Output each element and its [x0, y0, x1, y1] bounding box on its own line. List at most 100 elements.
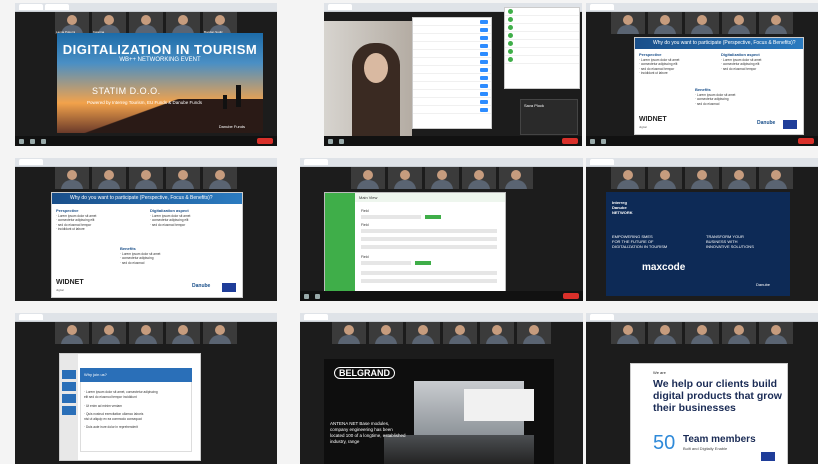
menu-item[interactable]	[413, 90, 491, 98]
browser-tab[interactable]	[590, 159, 614, 165]
slide-thumbnail[interactable]	[62, 382, 76, 391]
participant-thumbnail[interactable]	[611, 167, 645, 189]
chat-item[interactable]	[505, 16, 579, 24]
participant-thumbnail[interactable]	[517, 322, 551, 344]
form-field[interactable]	[361, 229, 497, 233]
toggle[interactable]	[480, 83, 488, 88]
browser-tab[interactable]	[304, 314, 328, 320]
participant-thumbnail[interactable]	[685, 167, 719, 189]
end-call-button[interactable]	[798, 138, 814, 144]
participant-thumbnail[interactable]	[203, 167, 237, 189]
toggle[interactable]	[480, 35, 488, 40]
participant-thumbnail[interactable]: Bogdan Sudić	[203, 12, 237, 34]
toggle[interactable]	[480, 51, 488, 56]
browser-tab[interactable]	[304, 159, 328, 165]
menu-item[interactable]	[413, 106, 491, 114]
participant-thumbnail[interactable]	[92, 167, 126, 189]
toggle[interactable]	[480, 91, 488, 96]
participant-thumbnail[interactable]: Lamia Pokorni	[55, 12, 89, 34]
participant-thumbnail[interactable]	[722, 167, 756, 189]
menu-item[interactable]	[413, 34, 491, 42]
form-field[interactable]	[361, 245, 497, 249]
end-call-button[interactable]	[563, 293, 579, 299]
mic-icon[interactable]	[304, 293, 309, 299]
camera-icon[interactable]	[315, 293, 320, 299]
participant-thumbnail[interactable]	[480, 322, 514, 344]
toggle[interactable]	[480, 99, 488, 104]
participant-thumbnail[interactable]	[648, 322, 682, 344]
form-field[interactable]	[361, 215, 421, 219]
browser-tab[interactable]	[590, 4, 614, 10]
browser-tab[interactable]	[19, 159, 43, 165]
participant-thumbnail[interactable]	[129, 12, 163, 34]
participant-thumbnail[interactable]	[759, 322, 793, 344]
camera-icon[interactable]	[30, 138, 35, 144]
participant-thumbnail[interactable]: Katarina	[92, 12, 126, 34]
participant-thumbnail[interactable]	[129, 322, 163, 344]
notification-popup[interactable]: Sava Plock	[520, 99, 578, 135]
mic-icon[interactable]	[590, 138, 595, 144]
menu-item[interactable]	[413, 66, 491, 74]
form-field[interactable]	[361, 271, 497, 275]
mic-icon[interactable]	[328, 138, 333, 144]
participant-thumbnail[interactable]	[611, 322, 645, 344]
menu-item[interactable]	[413, 98, 491, 106]
participant-thumbnail[interactable]	[722, 12, 756, 34]
participant-thumbnail[interactable]	[92, 322, 126, 344]
menu-item[interactable]	[413, 42, 491, 50]
menu-item[interactable]	[413, 74, 491, 82]
participant-thumbnail[interactable]	[685, 322, 719, 344]
toggle[interactable]	[480, 19, 488, 24]
participant-thumbnail[interactable]	[406, 322, 440, 344]
participant-thumbnail[interactable]	[498, 167, 533, 189]
menu-item[interactable]	[413, 50, 491, 58]
participant-thumbnail[interactable]	[166, 322, 200, 344]
toggle[interactable]	[480, 107, 488, 112]
participant-thumbnail[interactable]	[129, 167, 163, 189]
participant-thumbnail[interactable]	[759, 167, 793, 189]
menu-item[interactable]	[413, 26, 491, 34]
browser-tab[interactable]	[328, 4, 352, 10]
participant-thumbnail[interactable]	[759, 12, 793, 34]
participant-thumbnail[interactable]	[387, 167, 422, 189]
participant-thumbnail[interactable]	[648, 12, 682, 34]
participant-thumbnail[interactable]	[685, 12, 719, 34]
slide-thumbnail[interactable]	[62, 394, 76, 403]
browser-tab[interactable]	[19, 314, 43, 320]
form-field[interactable]	[361, 279, 497, 283]
browser-tab[interactable]	[590, 314, 614, 320]
camera-icon[interactable]	[339, 138, 344, 144]
end-call-button[interactable]	[257, 138, 273, 144]
end-call-button[interactable]	[562, 138, 578, 144]
participant-thumbnail[interactable]	[369, 322, 403, 344]
participant-thumbnail[interactable]	[332, 322, 366, 344]
chat-item[interactable]	[505, 32, 579, 40]
slide-thumbnail[interactable]	[62, 406, 76, 415]
participant-thumbnail[interactable]	[424, 167, 459, 189]
chat-item[interactable]	[505, 8, 579, 16]
camera-icon[interactable]	[601, 138, 606, 144]
form-field[interactable]	[361, 237, 497, 241]
green-button[interactable]	[415, 261, 431, 265]
toggle[interactable]	[480, 67, 488, 72]
slide-thumbnail[interactable]	[62, 370, 76, 379]
chat-item[interactable]	[505, 24, 579, 32]
toggle[interactable]	[480, 43, 488, 48]
green-button[interactable]	[425, 215, 441, 219]
participant-thumbnail[interactable]	[55, 322, 89, 344]
menu-item[interactable]	[413, 82, 491, 90]
participant-thumbnail[interactable]	[443, 322, 477, 344]
chat-item[interactable]	[505, 48, 579, 56]
share-screen-icon[interactable]	[41, 138, 46, 144]
participant-thumbnail[interactable]	[166, 12, 200, 34]
toggle[interactable]	[480, 27, 488, 32]
participant-thumbnail[interactable]	[648, 167, 682, 189]
toggle[interactable]	[480, 75, 488, 80]
browser-tab[interactable]	[19, 4, 43, 10]
form-field[interactable]	[361, 261, 411, 265]
participant-thumbnail[interactable]	[166, 167, 200, 189]
chat-item[interactable]	[505, 40, 579, 48]
browser-tab[interactable]	[45, 4, 69, 10]
app-sidebar[interactable]	[325, 193, 355, 297]
menu-item[interactable]	[413, 58, 491, 66]
